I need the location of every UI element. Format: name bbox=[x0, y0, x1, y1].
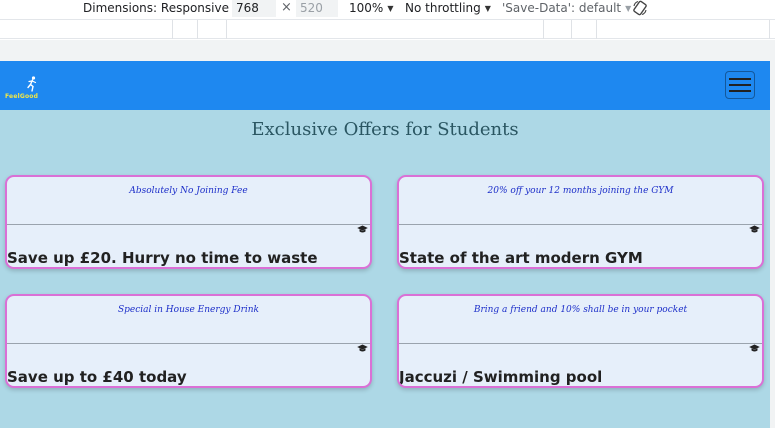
offer-text: Jaccuzi / Swimming pool bbox=[399, 368, 603, 386]
offer-subtitle: 20% off your 12 months joining the GYM bbox=[487, 186, 674, 196]
runner-icon bbox=[27, 76, 37, 92]
offer-subtitle: Bring a friend and 10% shall be in your … bbox=[473, 305, 688, 315]
dimensions-dropdown[interactable]: Dimensions: Responsive ▼ bbox=[83, 1, 239, 15]
graduation-cap-icon bbox=[749, 225, 760, 233]
hamburger-icon bbox=[729, 84, 751, 86]
throttling-label: No throttling bbox=[405, 1, 481, 15]
width-input[interactable]: 768 bbox=[232, 0, 276, 17]
navbar: FeelGood bbox=[0, 61, 770, 110]
brand-text: FeelGood bbox=[5, 93, 39, 100]
save-data-label: 'Save-Data': default bbox=[502, 1, 622, 15]
card-header: Special in House Energy Drink bbox=[7, 296, 370, 344]
page-viewport: FeelGood Exclusive Offers for Students A… bbox=[0, 61, 770, 428]
device-toolbar: Dimensions: Responsive ▼ 768 × 520 100% … bbox=[0, 0, 775, 18]
offer-subtitle: Absolutely No Joining Fee bbox=[129, 186, 248, 196]
offer-text: State of the art modern GYM bbox=[399, 249, 643, 267]
offer-card[interactable]: Bring a friend and 10% shall be in your … bbox=[397, 294, 764, 388]
offer-text: Save up to £40 today bbox=[7, 368, 187, 386]
menu-toggle-button[interactable] bbox=[725, 71, 755, 99]
offer-card[interactable]: Absolutely No Joining Fee Save up £20. H… bbox=[5, 175, 372, 269]
zoom-label: 100% bbox=[349, 1, 384, 15]
times-symbol: × bbox=[281, 0, 292, 15]
throttling-dropdown[interactable]: No throttling ▼ bbox=[405, 1, 491, 15]
graduation-cap-icon bbox=[357, 344, 368, 352]
hamburger-icon bbox=[729, 90, 751, 92]
resize-handle[interactable] bbox=[770, 61, 775, 428]
caret-down-icon: ▼ bbox=[484, 3, 491, 13]
offer-card[interactable]: Special in House Energy Drink Save up to… bbox=[5, 294, 372, 388]
graduation-cap-icon bbox=[749, 344, 760, 352]
dimensions-label: Dimensions: Responsive bbox=[83, 1, 229, 15]
hamburger-icon bbox=[729, 78, 751, 80]
rotate-icon[interactable] bbox=[632, 0, 648, 16]
viewport-gutter bbox=[0, 40, 775, 61]
page-title: Exclusive Offers for Students bbox=[251, 119, 519, 140]
caret-down-icon: ▼ bbox=[625, 3, 632, 13]
media-query-ruler bbox=[0, 19, 775, 39]
card-header: Absolutely No Joining Fee bbox=[7, 177, 370, 225]
offer-subtitle: Special in House Energy Drink bbox=[117, 305, 260, 315]
height-input[interactable]: 520 bbox=[296, 0, 338, 17]
graduation-cap-icon bbox=[357, 225, 368, 233]
card-header: 20% off your 12 months joining the GYM bbox=[399, 177, 762, 225]
offer-card[interactable]: 20% off your 12 months joining the GYM S… bbox=[397, 175, 764, 269]
card-header: Bring a friend and 10% shall be in your … bbox=[399, 296, 762, 344]
save-data-dropdown[interactable]: 'Save-Data': default ▼ bbox=[502, 1, 631, 15]
offer-text: Save up £20. Hurry no time to waste bbox=[7, 249, 318, 267]
zoom-dropdown[interactable]: 100% ▼ bbox=[349, 1, 393, 15]
brand-logo[interactable]: FeelGood bbox=[5, 76, 57, 104]
caret-down-icon: ▼ bbox=[387, 3, 394, 13]
